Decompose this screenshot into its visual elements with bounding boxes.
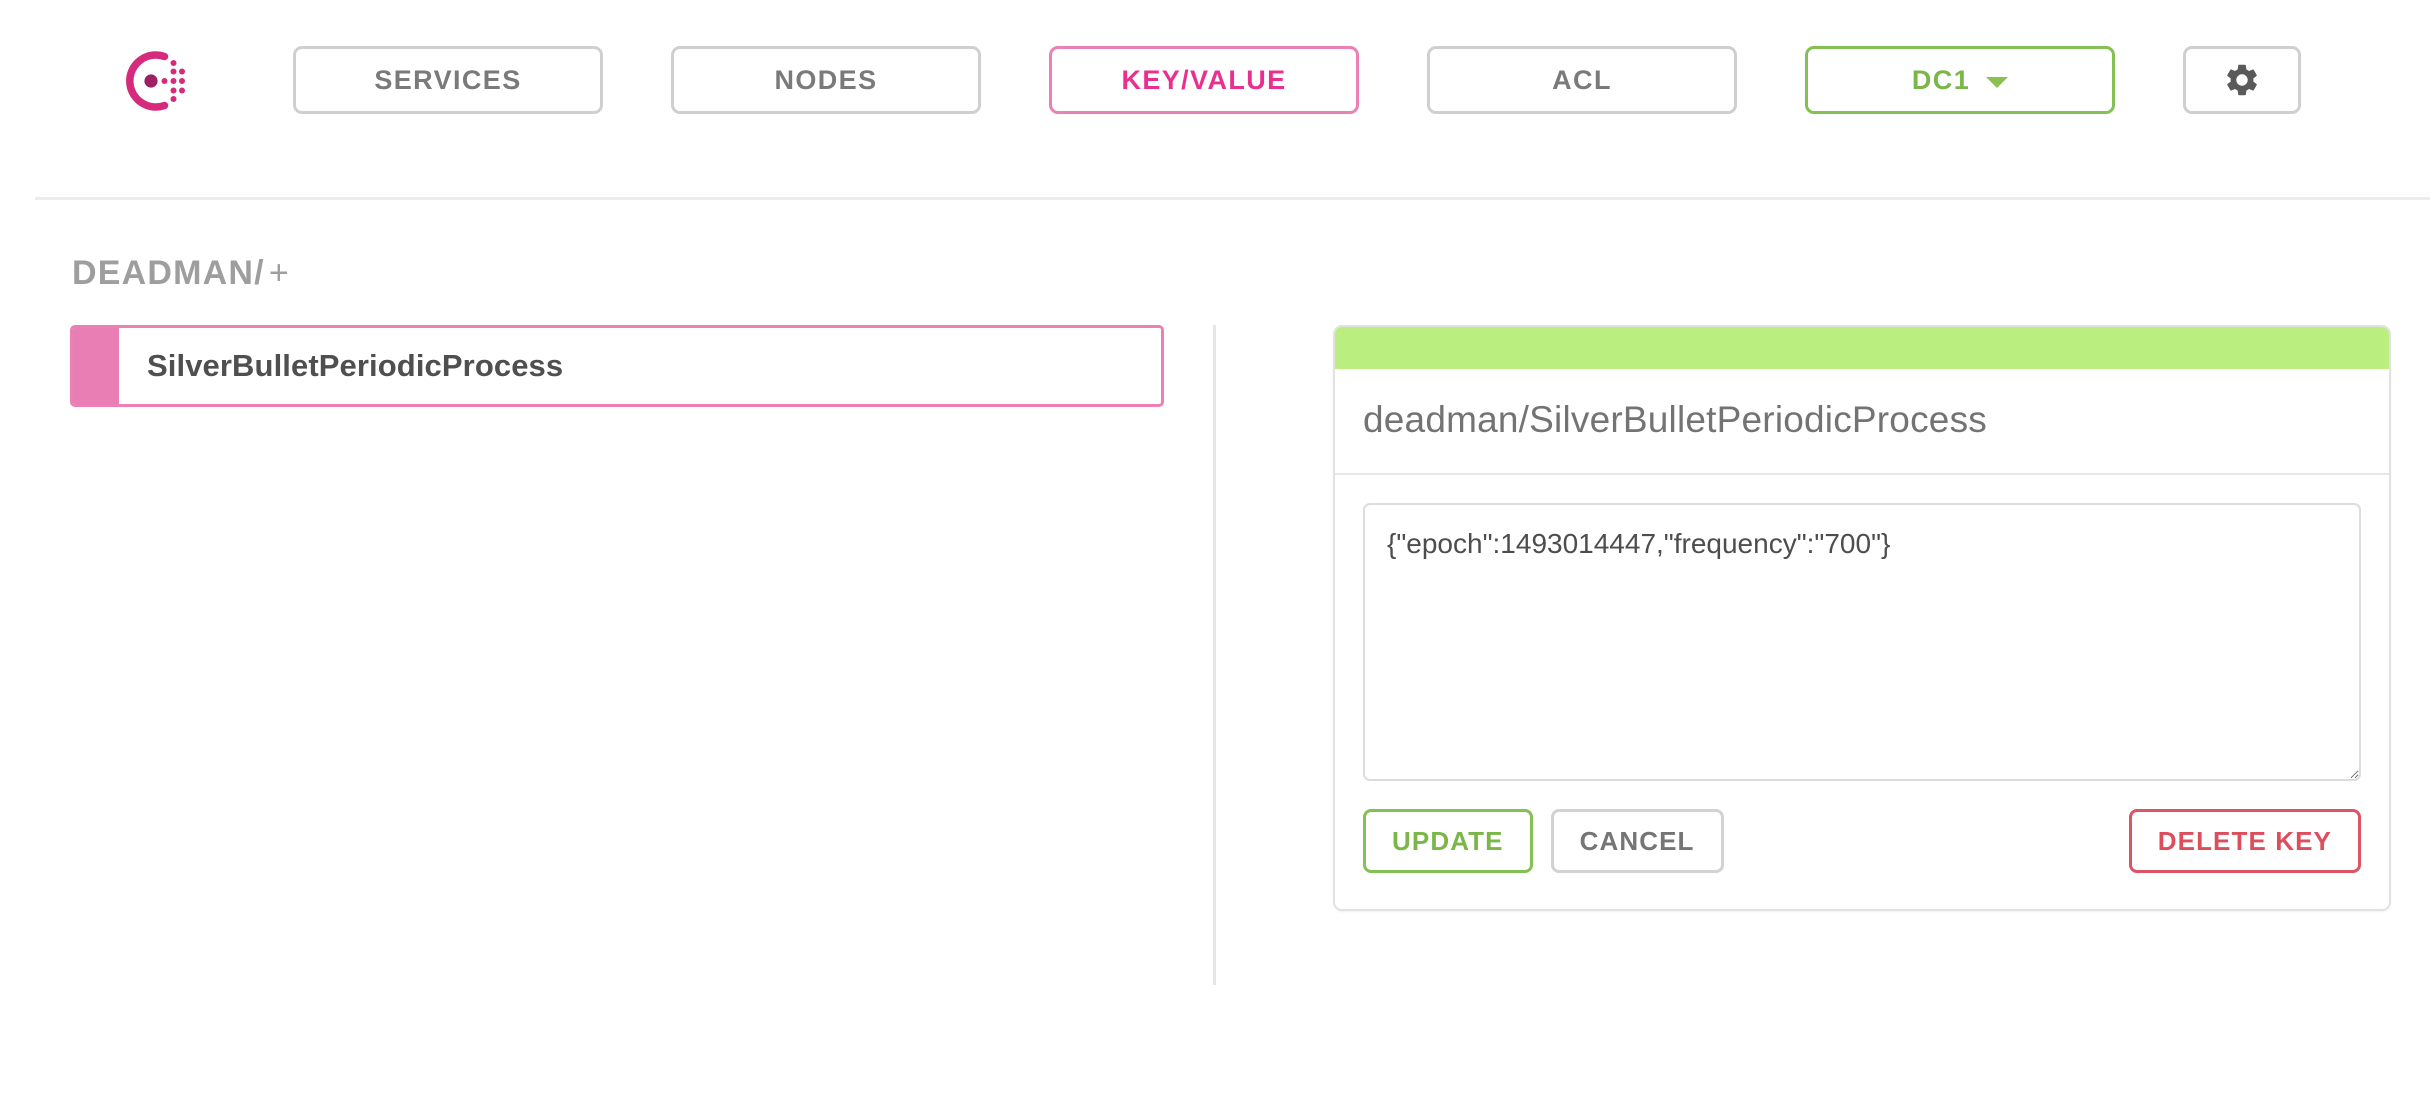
datacenter-label: DC1 [1911,64,1971,95]
nav-label-services: SERVICES [374,64,522,95]
top-navigation-bar: SERVICES NODES KEY/VALUE ACL DC1 [0,0,2430,200]
key-value-input[interactable] [1363,503,2361,781]
key-detail-panel: deadman/SilverBulletPeriodicProcess UPDA… [1216,325,2430,985]
nav-label-key-value: KEY/VALUE [1121,64,1287,95]
nav-item-key-value[interactable]: KEY/VALUE [1049,46,1359,114]
add-key-button[interactable]: + [269,254,290,292]
update-button-label: UPDATE [1392,825,1504,856]
cancel-button[interactable]: CANCEL [1550,809,1724,873]
nav-item-acl[interactable]: ACL [1427,46,1737,114]
card-actions: UPDATE CANCEL DELETE KEY [1335,781,2389,909]
breadcrumb-path[interactable]: DEADMAN/ [72,254,265,292]
selected-indicator-bar [73,328,119,404]
consul-logo-icon[interactable] [120,46,190,116]
delete-key-button-label: DELETE KEY [2157,825,2332,856]
datacenter-selector[interactable]: DC1 [1805,46,2115,114]
nav-item-services[interactable]: SERVICES [293,46,603,114]
nav-label-nodes: NODES [774,64,878,95]
main-content: SilverBulletPeriodicProcess deadman/Silv… [0,293,2430,985]
key-list-panel: SilverBulletPeriodicProcess [0,325,1213,985]
cancel-button-label: CANCEL [1579,825,1695,856]
update-button[interactable]: UPDATE [1363,809,1533,873]
nav-item-nodes[interactable]: NODES [671,46,981,114]
nav-bottom-divider [35,197,2430,200]
key-detail-card: deadman/SilverBulletPeriodicProcess UPDA… [1333,325,2391,911]
delete-key-button[interactable]: DELETE KEY [2128,809,2361,873]
main-nav-buttons: SERVICES NODES KEY/VALUE ACL DC1 [293,46,2301,114]
settings-button[interactable] [2183,46,2301,114]
list-item[interactable]: SilverBulletPeriodicProcess [70,325,1164,407]
card-body [1335,475,2389,781]
page-title: deadman/SilverBulletPeriodicProcess [1363,399,1987,440]
chevron-down-icon [1986,76,2009,88]
breadcrumb: DEADMAN/+ [0,200,2430,293]
gear-icon [2223,61,2261,99]
nav-label-acl: ACL [1552,64,1612,95]
status-flag [1335,327,2389,369]
list-item-label: SilverBulletPeriodicProcess [147,348,564,383]
card-header: deadman/SilverBulletPeriodicProcess [1335,369,2389,475]
